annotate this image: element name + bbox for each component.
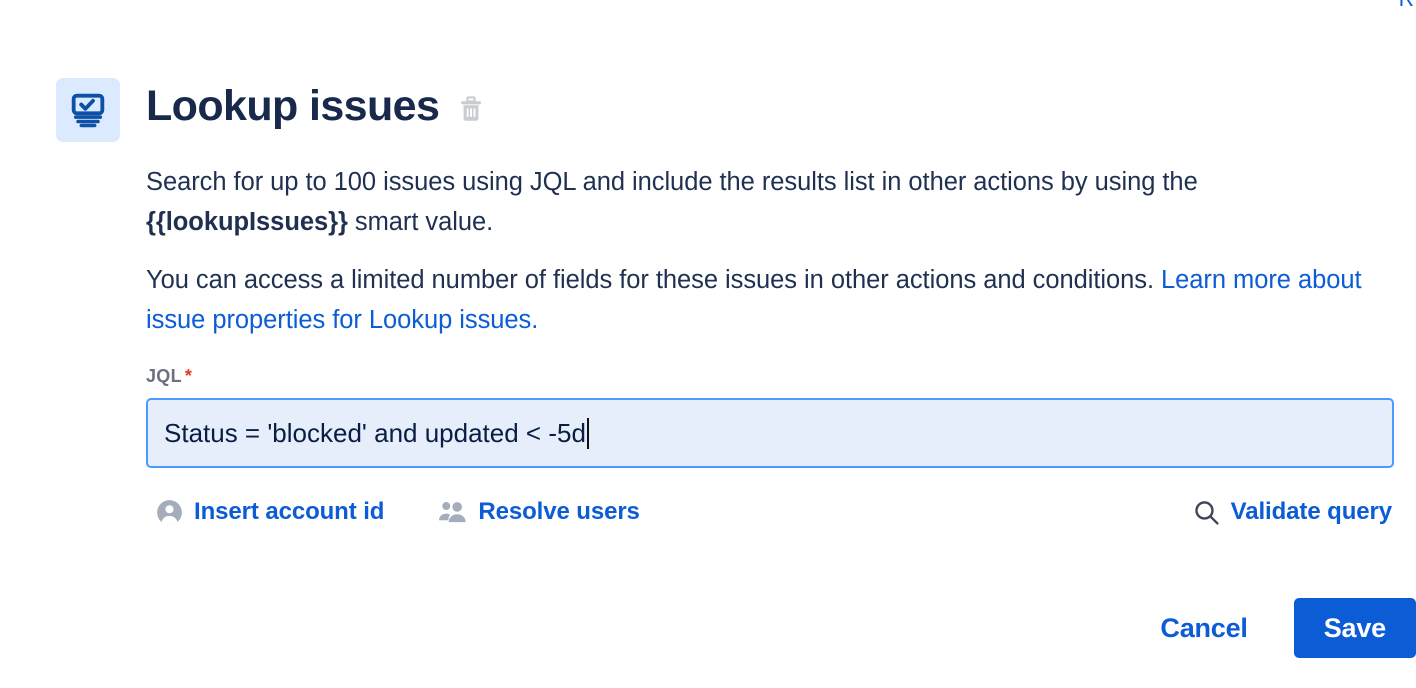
- save-button[interactable]: Save: [1293, 598, 1416, 658]
- page-title: Lookup issues: [146, 82, 440, 130]
- jql-label-text: JQL: [146, 366, 182, 386]
- lookup-issues-icon: [56, 78, 120, 142]
- description-paragraph-1: Search for up to 100 issues using JQL an…: [146, 162, 1392, 242]
- description-p2-text: You can access a limited number of field…: [146, 266, 1162, 294]
- delete-action-button[interactable]: [458, 94, 484, 124]
- person-icon: [156, 499, 183, 526]
- panel-footer: Cancel Save: [1146, 598, 1416, 658]
- required-asterisk: *: [184, 366, 193, 386]
- description-p1-text-after: smart value.: [347, 208, 494, 236]
- top-right-partial-link[interactable]: R: [1399, 0, 1414, 12]
- title-group: Lookup issues: [146, 80, 484, 132]
- description-paragraph-2: You can access a limited number of field…: [146, 260, 1392, 340]
- trash-icon: [461, 95, 482, 121]
- insert-account-id-label: Insert account id: [194, 498, 385, 525]
- smart-value-token: {{lookupIssues}}: [146, 208, 348, 236]
- jql-helper-actions: Insert account id Resolve users Validate…: [156, 498, 1392, 526]
- text-caret: [586, 417, 589, 449]
- jql-input[interactable]: Status = 'blocked' and updated < -5d: [146, 398, 1394, 468]
- description-p1-text-before: Search for up to 100 issues using JQL an…: [146, 168, 1198, 196]
- validate-query-label: Validate query: [1230, 498, 1392, 525]
- jql-helper-actions-left: Insert account id Resolve users: [156, 498, 640, 526]
- description-block: Search for up to 100 issues using JQL an…: [146, 162, 1392, 340]
- lookup-issues-action-panel: R Lookup issues: [0, 0, 1416, 688]
- resolve-users-action[interactable]: Resolve users: [438, 498, 640, 526]
- jql-field-label: JQL *: [146, 366, 1394, 387]
- people-icon: [438, 499, 467, 526]
- insert-account-id-action[interactable]: Insert account id: [156, 498, 384, 526]
- jql-field-group: JQL * Status = 'blocked' and updated < -5…: [146, 366, 1394, 468]
- validate-query-action[interactable]: Validate query: [1193, 498, 1392, 526]
- cancel-button[interactable]: Cancel: [1146, 605, 1261, 652]
- jql-helper-actions-right: Validate query: [1193, 498, 1392, 526]
- panel-header: Lookup issues: [56, 78, 484, 142]
- jql-input-value: Status = 'blocked' and updated < -5d: [164, 417, 586, 448]
- resolve-users-label: Resolve users: [478, 498, 640, 525]
- search-icon: [1193, 499, 1220, 526]
